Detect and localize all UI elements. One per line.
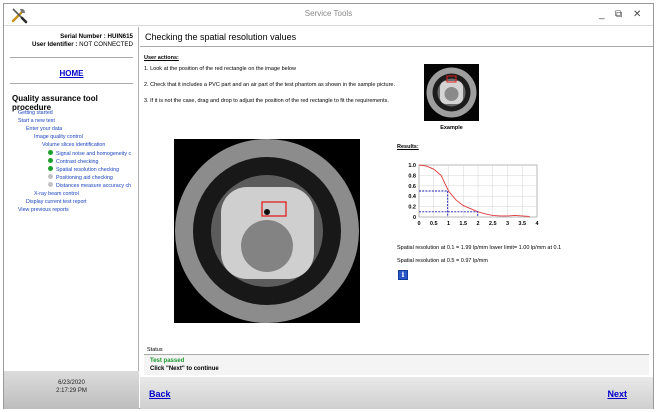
user-label: User Identifier :: [32, 41, 78, 48]
result-line-2: Spatial resolution at 0.5 = 0.97 lp/mm: [397, 258, 488, 264]
bottom-bar: Back Next: [140, 377, 653, 409]
nav-item[interactable]: Volume slices identification: [42, 141, 137, 149]
x-tick-label: 2.5: [489, 221, 497, 227]
status-next: Click "Next" to continue: [150, 366, 219, 372]
nav-item[interactable]: Contrast checking: [48, 158, 137, 166]
x-tick-label: 0: [417, 221, 420, 227]
status-dot-icon: [48, 158, 53, 164]
nav-item[interactable]: Signal noise and homogeneity c: [48, 150, 137, 158]
sidebar: Serial Number : HUIN615 User Identifier …: [4, 27, 139, 409]
example-label: Example: [440, 125, 463, 131]
instruction-2: 2. Check that it includes a PVC part and…: [144, 82, 395, 88]
nav-item[interactable]: Positioning aid checking: [48, 174, 137, 182]
serial-value: HUIN615: [107, 33, 133, 40]
status-box: Test passed Click "Next" to continue: [144, 355, 649, 375]
back-button[interactable]: Back: [149, 389, 171, 399]
mtf-chart: 0 0.2 0.4 0.6 0.8 1.0 0 0.5 1 1.5 2 2.5 3 3.5 4: [408, 163, 539, 227]
y-tick-label: 0.6: [408, 184, 416, 190]
x-tick-label: 4: [535, 221, 539, 227]
window-title: Service Tools: [304, 9, 353, 18]
x-tick-label: 2: [476, 221, 479, 227]
nav-item-label: Spatial resolution checking: [56, 166, 120, 173]
title-bar: Service Tools _ ⧉ ✕: [4, 4, 653, 26]
results-heading: Results:: [397, 144, 419, 150]
x-tick-label: 0.5: [430, 221, 438, 227]
next-button[interactable]: Next: [607, 389, 627, 399]
time: 2:17:29 PM: [56, 388, 87, 394]
y-tick-label: 0.4: [408, 194, 417, 200]
page-title: Checking the spatial resolution values: [145, 32, 297, 42]
instruction-3: 3. If it is not the case, drag and drop …: [144, 98, 389, 104]
y-tick-label: 1.0: [408, 163, 416, 169]
date: 6/23/2020: [58, 380, 85, 386]
nav-item-label: X-ray beam control: [34, 191, 79, 197]
status-label: Status: [147, 347, 163, 353]
nav-item-label: Distances measure accuracy ch: [56, 182, 132, 189]
nav-item-label: Signal noise and homogeneity c: [56, 150, 132, 157]
nav-item[interactable]: Distances measure accuracy ch: [48, 182, 137, 190]
nav-item[interactable]: Getting started: [18, 109, 137, 117]
restore-icon[interactable]: ⧉: [615, 9, 622, 21]
nav-item-label: Start a new test: [18, 118, 55, 125]
close-icon[interactable]: ✕: [633, 9, 641, 21]
status-dot-icon: [48, 174, 53, 180]
app-window: Service Tools _ ⧉ ✕ Serial Number : HUIN…: [3, 3, 654, 409]
minimize-icon[interactable]: _: [599, 9, 605, 21]
home-link[interactable]: HOME: [4, 69, 139, 78]
status-pass: Test passed: [150, 358, 185, 364]
divider: [10, 83, 133, 84]
y-tick-label: 0.8: [408, 173, 416, 179]
divider: [10, 57, 133, 58]
x-tick-label: 1.5: [459, 221, 467, 227]
ct-scan-image: [174, 139, 360, 323]
device-info: Serial Number : HUIN615 User Identifier …: [10, 33, 133, 49]
example-image: [424, 64, 479, 121]
y-tick-label: 0: [413, 215, 416, 221]
main-panel: Checking the spatial resolution values U…: [140, 27, 653, 409]
divider: [140, 46, 653, 47]
nav-item[interactable]: Start a new test: [18, 117, 137, 125]
nav-item[interactable]: X-ray beam control: [34, 190, 137, 198]
x-tick-label: 3: [506, 221, 509, 227]
status-dot-icon: [48, 182, 53, 188]
nav-item-label: Volume slices identification: [42, 142, 106, 149]
date-time-panel: 6/23/2020 2:17:29 PM: [4, 371, 139, 409]
y-tick-label: 0.2: [408, 205, 416, 211]
status-dot-icon: [48, 166, 53, 172]
nav-item-label: Contrast checking: [56, 158, 99, 165]
nav-item[interactable]: View previous reports: [18, 206, 137, 214]
nav-item-label: Getting started: [18, 110, 53, 116]
nav-item[interactable]: Display current test report: [26, 198, 137, 206]
nav-item-label: Enter your data: [26, 126, 63, 133]
nav-item-label: Positioning aid checking: [56, 174, 113, 181]
info-icon[interactable]: i: [398, 270, 408, 280]
nav-item-label: View previous reports: [18, 207, 69, 214]
user-value: NOT CONNECTED: [79, 41, 133, 48]
nav-item[interactable]: Spatial resolution checking: [48, 166, 137, 174]
nav-item-label: Image quality control: [34, 134, 83, 141]
nav-item[interactable]: Enter your data: [26, 125, 137, 133]
serial-label: Serial Number :: [60, 33, 106, 40]
nav-item-label: Display current test report: [26, 199, 87, 206]
x-tick-label: 3.5: [518, 221, 526, 227]
x-tick-label: 1: [447, 221, 450, 227]
instruction-1: 1. Look at the position of the red recta…: [144, 66, 296, 72]
result-line-1: Spatial resolution at 0.1 = 1.99 lp/mm l…: [397, 245, 562, 251]
nav-item[interactable]: Image quality control: [34, 133, 137, 141]
status-dot-icon: [48, 150, 53, 155]
user-actions-heading: User actions:: [144, 55, 179, 61]
